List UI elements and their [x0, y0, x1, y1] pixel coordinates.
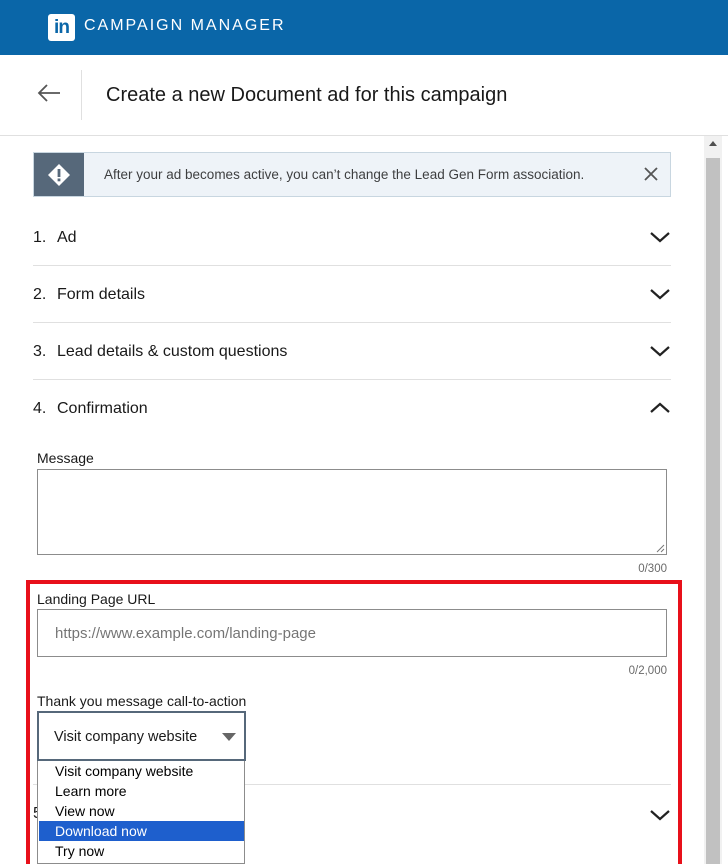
cta-option-learn-more[interactable]: Learn more: [39, 781, 244, 801]
section-number: 4.: [33, 400, 47, 417]
chevron-down-icon[interactable]: [649, 229, 671, 245]
cta-option-view-now[interactable]: View now: [39, 801, 244, 821]
section-number: 2.: [33, 286, 47, 303]
landing-page-url-counter: 0/2,000: [628, 665, 667, 677]
cta-option-visit-company-website[interactable]: Visit company website: [39, 761, 244, 781]
info-alert: After your ad becomes active, you can’t …: [33, 152, 671, 197]
section-confirmation[interactable]: 4. Confirmation: [33, 380, 671, 437]
app-title: CAMPAIGN MANAGER: [84, 17, 286, 34]
landing-page-url-label: Landing Page URL: [37, 591, 156, 607]
section-label: Lead details & custom questions: [57, 343, 288, 360]
section-label: Form details: [57, 286, 146, 303]
section-ad[interactable]: 1. Ad: [33, 209, 671, 266]
cta-label: Thank you message call-to-action: [37, 693, 247, 709]
exclamation-diamond-icon: [48, 163, 70, 186]
resize-grip-icon[interactable]: [656, 544, 665, 553]
linkedin-logo[interactable]: in: [48, 14, 75, 41]
page-header: Create a new Document ad for this campai…: [0, 55, 728, 136]
alert-message: After your ad becomes active, you can’t …: [104, 167, 585, 182]
landing-page-url-placeholder: https://www.example.com/landing-page: [55, 625, 316, 642]
dropdown-arrow-icon: [222, 733, 236, 741]
message-label: Message: [37, 450, 94, 466]
section-label: Confirmation: [57, 400, 148, 417]
scroll-up-arrow-icon[interactable]: [709, 141, 717, 146]
section-label: Ad: [57, 229, 77, 246]
landing-page-url-input[interactable]: https://www.example.com/landing-page: [37, 609, 667, 657]
alert-icon-container: [34, 153, 84, 196]
back-button[interactable]: [36, 80, 62, 106]
cta-select[interactable]: Visit company website: [37, 711, 246, 761]
scrollbar[interactable]: [704, 136, 722, 864]
chevron-down-icon[interactable]: [649, 343, 671, 359]
close-icon: [644, 167, 658, 181]
section-form-details[interactable]: 2. Form details: [33, 266, 671, 323]
chevron-up-icon[interactable]: [649, 400, 671, 416]
message-textarea[interactable]: [37, 469, 667, 555]
section-lead-details[interactable]: 3. Lead details & custom questions: [33, 323, 671, 380]
chevron-down-icon[interactable]: [649, 286, 671, 302]
cta-selected-value: Visit company website: [54, 729, 198, 745]
arrow-left-icon: [37, 84, 60, 102]
header-divider: [81, 70, 82, 120]
section-number: 3.: [33, 343, 47, 360]
message-counter: 0/300: [638, 563, 667, 575]
top-bar: in CAMPAIGN MANAGER: [0, 0, 728, 55]
alert-close-button[interactable]: [642, 165, 660, 183]
cta-options-list: Visit company website Learn more View no…: [37, 761, 245, 864]
page-title: Create a new Document ad for this campai…: [106, 84, 508, 106]
scrollbar-thumb[interactable]: [706, 158, 720, 864]
cta-option-try-now[interactable]: Try now: [39, 841, 244, 861]
chevron-down-icon[interactable]: [649, 807, 671, 823]
section-number: 1.: [33, 229, 47, 246]
cta-option-download-now[interactable]: Download now: [39, 821, 244, 841]
